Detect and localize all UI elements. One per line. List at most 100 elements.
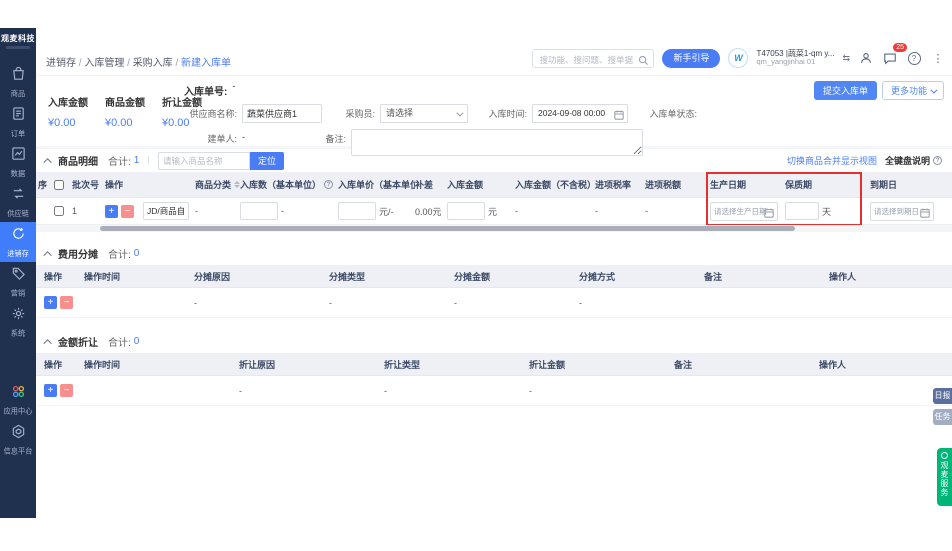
- inbound-time-picker[interactable]: 2024-09-08 00:00: [532, 104, 628, 123]
- collapse-caret-icon[interactable]: [43, 338, 52, 348]
- col-type: 折让类型: [384, 359, 421, 370]
- collapse-caret-icon[interactable]: [43, 250, 52, 260]
- sidebar-item-system[interactable]: 系统: [0, 302, 36, 342]
- summary-stats: 入库金额 ¥0.00 商品金额 ¥0.00 折让金额 ¥0.00: [48, 94, 202, 129]
- global-search-input[interactable]: [533, 51, 654, 68]
- scrollbar-thumb[interactable]: [100, 226, 795, 231]
- col-select-all: [54, 179, 72, 190]
- col-makeup: 补差: [415, 180, 434, 190]
- col-type: 分摊类型: [329, 271, 366, 282]
- user-info[interactable]: T47053 |蔬菜1-qm y... qm_yangjinhai 01: [756, 49, 834, 67]
- message-badge: 25: [893, 43, 907, 52]
- sidebar-item-label: 营销: [10, 288, 26, 298]
- search-icon: [638, 53, 649, 71]
- total-count: 0: [133, 248, 140, 259]
- sidebar-item-info-platform[interactable]: 信息平台: [0, 420, 36, 460]
- breadcrumb-item[interactable]: 进销存: [46, 58, 76, 69]
- info-icon: [933, 156, 942, 165]
- calendar-icon: [614, 109, 624, 120]
- time-label: 入库时间:: [488, 109, 527, 119]
- total-count: 1: [133, 155, 140, 166]
- collapse-caret-icon[interactable]: [43, 157, 52, 167]
- expense-table: 操作 操作时间 分摊原因 分摊类型 分摊金额 分摊方式 备注 操作人 + − -…: [36, 265, 952, 318]
- col-tax-rate: 进项税率: [595, 180, 632, 190]
- sidebar-item-label: 商品: [10, 88, 26, 98]
- calendar-icon: [764, 207, 774, 218]
- qty-input[interactable]: [240, 202, 278, 220]
- discount-section-header: 金额折让 合计: 0: [36, 330, 952, 353]
- add-row-button[interactable]: +: [105, 204, 118, 218]
- avatar[interactable]: W: [728, 48, 749, 68]
- inventory-cycle-icon: [11, 226, 26, 246]
- sidebar-item-goods[interactable]: 商品: [0, 62, 36, 102]
- task-tag[interactable]: 任务: [933, 409, 952, 425]
- breadcrumb-item[interactable]: 采购入库: [124, 58, 172, 69]
- amount-cell: 元: [447, 202, 515, 220]
- add-row-button[interactable]: +: [44, 296, 57, 309]
- submit-order-button[interactable]: 提交入库单: [813, 81, 877, 100]
- col-category[interactable]: 商品分类: [195, 178, 240, 191]
- sidebar-item-label: 系统: [10, 328, 26, 338]
- price-input[interactable]: [338, 202, 376, 220]
- creator-value: -: [242, 132, 245, 142]
- guide-button[interactable]: 新手引导: [662, 48, 721, 68]
- category-cell: -: [195, 206, 198, 216]
- sidebar-item-orders[interactable]: 订单: [0, 102, 36, 142]
- more-functions-button[interactable]: 更多功能: [881, 81, 944, 100]
- service-widget[interactable]: 观麦服务: [937, 448, 952, 506]
- type-cell: -: [329, 297, 332, 308]
- document-icon: [11, 106, 26, 126]
- batch-cell: 1: [72, 206, 78, 216]
- expense-table-header: 操作 操作时间 分摊原因 分摊类型 分摊金额 分摊方式 备注 操作人: [36, 265, 952, 288]
- status-label: 入库单状态:: [649, 109, 697, 119]
- col-index: 序: [38, 180, 48, 190]
- product-name-input[interactable]: [143, 202, 189, 220]
- sidebar-item-data[interactable]: 数据: [0, 142, 36, 182]
- add-row-button[interactable]: +: [44, 384, 57, 397]
- separator: |: [147, 155, 150, 166]
- supplier-input[interactable]: [242, 104, 322, 123]
- tax-amount-cell: -: [645, 206, 648, 216]
- sidebar-item-app-center[interactable]: 应用中心: [0, 380, 36, 420]
- sidebar-item-label: 信息平台: [3, 446, 33, 456]
- service-label: 观麦服务: [940, 461, 949, 497]
- col-op-time: 操作时间: [84, 359, 121, 370]
- remove-row-button[interactable]: −: [121, 204, 134, 218]
- col-expire-date: 到期日: [870, 180, 898, 190]
- remove-row-button[interactable]: −: [60, 296, 73, 309]
- amount-cell: -: [529, 385, 532, 396]
- row-checkbox[interactable]: [54, 206, 64, 216]
- total-count: 0: [133, 336, 140, 347]
- shelf-life-input[interactable]: [785, 202, 819, 220]
- makeup-cell: 0.00元: [415, 206, 442, 217]
- amount-notax-cell: -: [515, 206, 518, 216]
- breadcrumb-item[interactable]: 入库管理: [76, 58, 124, 69]
- qty-cell: -: [240, 202, 338, 220]
- help-icon[interactable]: ?: [906, 50, 922, 66]
- switch-view-link[interactable]: 切换商品合并显示视图: [787, 154, 877, 167]
- messages-icon[interactable]: 25: [882, 43, 907, 66]
- remove-row-button[interactable]: −: [60, 384, 73, 397]
- amount-input[interactable]: [447, 202, 485, 220]
- production-date-picker[interactable]: 请选择生产日期: [710, 201, 778, 221]
- order-form: 入库单号: - 供应商名称: 采购员: 请选择: [184, 80, 744, 162]
- col-action: 操作: [44, 271, 63, 282]
- select-all-checkbox[interactable]: [54, 179, 64, 190]
- switch-account-icon[interactable]: ⇆: [842, 53, 850, 64]
- total-label: 合计:: [108, 157, 131, 168]
- sidebar-item-inventory[interactable]: 进销存: [0, 222, 36, 262]
- remark-textarea[interactable]: [351, 129, 643, 156]
- sidebar-item-supply-chain[interactable]: 供应链: [0, 182, 36, 222]
- col-amount: 折让金额: [529, 359, 566, 370]
- daily-report-tag[interactable]: 日报: [933, 388, 952, 404]
- workbench-icon[interactable]: [858, 50, 874, 66]
- keyboard-help-link[interactable]: 全键盘说明: [885, 154, 942, 167]
- sidebar-item-marketing[interactable]: 营销: [0, 262, 36, 302]
- more-menu-icon[interactable]: ⋮: [930, 50, 946, 66]
- info-icon[interactable]: [324, 180, 334, 189]
- buyer-select[interactable]: 请选择: [380, 104, 468, 123]
- expire-date-picker[interactable]: 请选择到期日: [870, 201, 934, 221]
- col-operator: 操作人: [819, 359, 847, 370]
- col-method: 分摊方式: [579, 271, 616, 282]
- discount-table: 操作 操作时间 折让原因 折让类型 折让金额 备注 操作人 + − - - -: [36, 353, 952, 406]
